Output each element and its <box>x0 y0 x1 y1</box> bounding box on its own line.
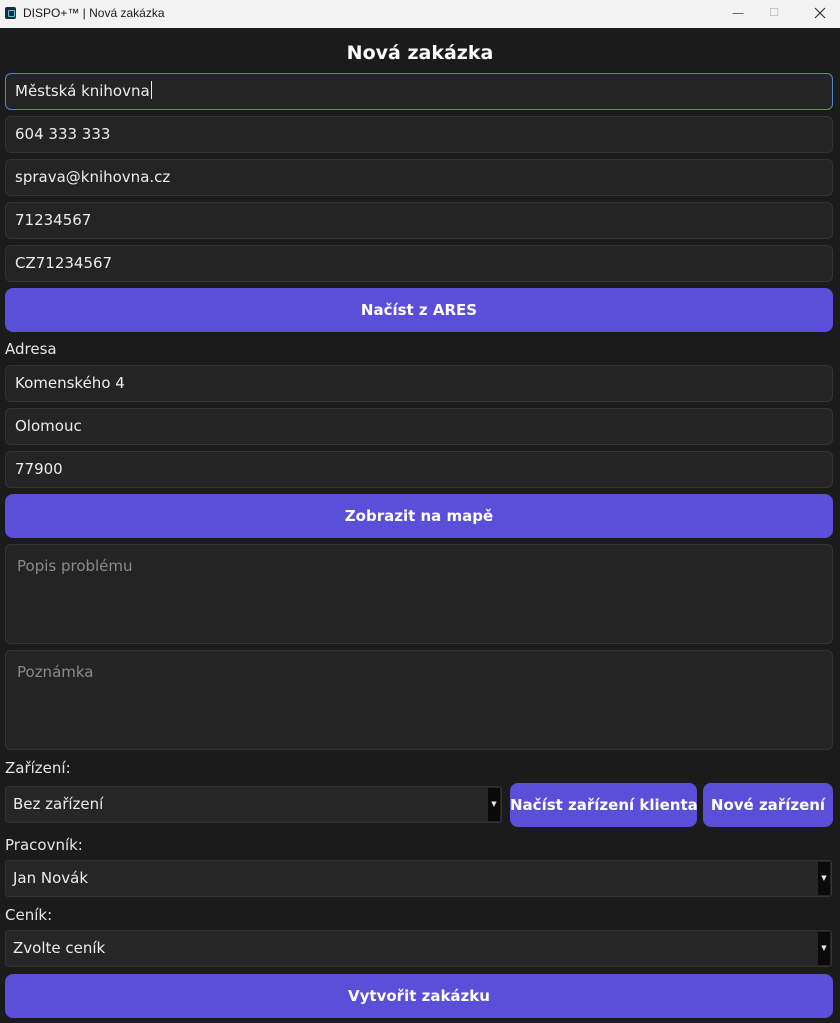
address-label: Adresa <box>5 340 57 358</box>
problem-description-textarea[interactable]: Popis problému <box>5 544 833 644</box>
device-select[interactable]: Bez zařízení ▼ <box>5 786 502 823</box>
chevron-down-icon: ▼ <box>818 862 830 895</box>
show-map-button[interactable]: Zobrazit na mapě <box>5 494 833 538</box>
device-select-value: Bez zařízení <box>13 795 104 813</box>
window-titlebar: DISPO+™ | Nová zakázka — ☐ <box>0 0 840 28</box>
pricelist-select[interactable]: Zvolte ceník ▼ <box>5 930 832 967</box>
worker-label: Pracovník: <box>5 836 83 854</box>
chevron-down-icon: ▼ <box>818 932 830 965</box>
client-name-input[interactable]: Městská knihovna <box>5 73 833 110</box>
street-input[interactable]: Komenského 4 <box>5 365 833 402</box>
load-ares-button[interactable]: Načíst z ARES <box>5 288 833 332</box>
chevron-down-icon: ▼ <box>488 788 500 821</box>
ico-input[interactable]: 71234567 <box>5 202 833 239</box>
email-input[interactable]: sprava@knihovna.cz <box>5 159 833 196</box>
dic-input[interactable]: CZ71234567 <box>5 245 833 282</box>
phone-input[interactable]: 604 333 333 <box>5 116 833 153</box>
client-name-value: Městská knihovna <box>15 82 150 100</box>
new-device-button[interactable]: Nové zařízení <box>703 783 833 827</box>
app-icon <box>5 7 16 19</box>
worker-select[interactable]: Jan Novák ▼ <box>5 860 832 897</box>
pricelist-select-value: Zvolte ceník <box>13 939 106 957</box>
close-icon[interactable] <box>814 7 826 19</box>
zip-input[interactable]: 77900 <box>5 451 833 488</box>
city-input[interactable]: Olomouc <box>5 408 833 445</box>
device-label: Zařízení: <box>5 759 71 777</box>
text-caret <box>150 81 152 99</box>
load-client-devices-button[interactable]: Načíst zařízení klienta <box>510 783 698 827</box>
note-textarea[interactable]: Poznámka <box>5 650 833 750</box>
create-order-button[interactable]: Vytvořit zakázku <box>5 974 833 1018</box>
worker-select-value: Jan Novák <box>13 869 89 887</box>
window-title: DISPO+™ | Nová zakázka <box>23 6 165 20</box>
pricelist-label: Ceník: <box>5 906 53 924</box>
page-title: Nová zakázka <box>346 42 494 64</box>
maximize-button[interactable]: ☐ <box>751 0 797 28</box>
